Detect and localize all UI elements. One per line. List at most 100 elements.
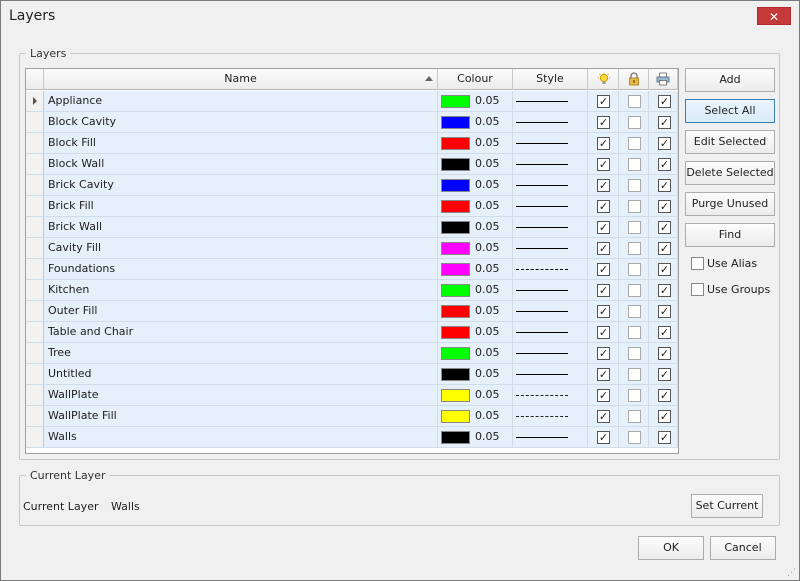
print-checkbox-cell[interactable]: ✓ — [649, 133, 678, 153]
locked-checkbox-cell[interactable] — [619, 133, 649, 153]
table-row[interactable]: Walls 0.05 ✓ ✓ — [26, 427, 678, 448]
print-checkbox-cell[interactable]: ✓ — [649, 406, 678, 426]
locked-checkbox-cell[interactable] — [619, 217, 649, 237]
table-row[interactable]: Foundations 0.05 ✓ ✓ — [26, 259, 678, 280]
layer-name-cell[interactable]: Tree — [44, 343, 438, 363]
visible-checkbox[interactable]: ✓ — [597, 326, 610, 339]
locked-checkbox[interactable] — [628, 410, 641, 423]
add-button[interactable]: Add — [685, 68, 775, 92]
visible-checkbox-cell[interactable]: ✓ — [588, 133, 619, 153]
print-checkbox-cell[interactable]: ✓ — [649, 217, 678, 237]
visible-checkbox-cell[interactable]: ✓ — [588, 364, 619, 384]
locked-checkbox-cell[interactable] — [619, 385, 649, 405]
visible-checkbox[interactable]: ✓ — [597, 158, 610, 171]
locked-checkbox[interactable] — [628, 284, 641, 297]
column-header-print[interactable] — [649, 69, 678, 90]
visible-checkbox-cell[interactable]: ✓ — [588, 385, 619, 405]
table-row[interactable]: Brick Fill 0.05 ✓ ✓ — [26, 196, 678, 217]
print-checkbox-cell[interactable]: ✓ — [649, 259, 678, 279]
print-checkbox[interactable]: ✓ — [658, 305, 671, 318]
row-indicator[interactable] — [26, 301, 44, 321]
column-header-locked[interactable] — [619, 69, 649, 90]
layer-name-cell[interactable]: Foundations — [44, 259, 438, 279]
print-checkbox[interactable]: ✓ — [658, 263, 671, 276]
visible-checkbox-cell[interactable]: ✓ — [588, 301, 619, 321]
table-row[interactable]: Appliance 0.05 ✓ ✓ — [26, 91, 678, 112]
layer-name-cell[interactable]: WallPlate — [44, 385, 438, 405]
table-row[interactable]: Brick Wall 0.05 ✓ ✓ — [26, 217, 678, 238]
find-button[interactable]: Find — [685, 223, 775, 247]
locked-checkbox-cell[interactable] — [619, 406, 649, 426]
locked-checkbox-cell[interactable] — [619, 91, 649, 111]
visible-checkbox-cell[interactable]: ✓ — [588, 196, 619, 216]
locked-checkbox-cell[interactable] — [619, 322, 649, 342]
locked-checkbox[interactable] — [628, 347, 641, 360]
layer-name-cell[interactable]: Outer Fill — [44, 301, 438, 321]
layer-name-cell[interactable]: Kitchen — [44, 280, 438, 300]
print-checkbox[interactable]: ✓ — [658, 116, 671, 129]
layer-style-cell[interactable] — [513, 217, 588, 237]
row-indicator[interactable] — [26, 91, 44, 111]
visible-checkbox-cell[interactable]: ✓ — [588, 427, 619, 447]
table-row[interactable]: Block Wall 0.05 ✓ ✓ — [26, 154, 678, 175]
layer-colour-cell[interactable]: 0.05 — [438, 343, 513, 363]
visible-checkbox-cell[interactable]: ✓ — [588, 280, 619, 300]
print-checkbox[interactable]: ✓ — [658, 242, 671, 255]
layer-colour-cell[interactable]: 0.05 — [438, 364, 513, 384]
row-indicator[interactable] — [26, 280, 44, 300]
locked-checkbox-cell[interactable] — [619, 280, 649, 300]
row-indicator[interactable] — [26, 322, 44, 342]
layer-name-cell[interactable]: Block Wall — [44, 154, 438, 174]
print-checkbox[interactable]: ✓ — [658, 368, 671, 381]
layer-style-cell[interactable] — [513, 406, 588, 426]
layer-colour-cell[interactable]: 0.05 — [438, 154, 513, 174]
table-row[interactable]: WallPlate 0.05 ✓ ✓ — [26, 385, 678, 406]
layer-style-cell[interactable] — [513, 364, 588, 384]
table-row[interactable]: Tree 0.05 ✓ ✓ — [26, 343, 678, 364]
visible-checkbox[interactable]: ✓ — [597, 95, 610, 108]
table-row[interactable]: Table and Chair 0.05 ✓ ✓ — [26, 322, 678, 343]
print-checkbox-cell[interactable]: ✓ — [649, 154, 678, 174]
layer-style-cell[interactable] — [513, 301, 588, 321]
print-checkbox[interactable]: ✓ — [658, 410, 671, 423]
print-checkbox[interactable]: ✓ — [658, 326, 671, 339]
layer-colour-cell[interactable]: 0.05 — [438, 133, 513, 153]
locked-checkbox-cell[interactable] — [619, 343, 649, 363]
layer-style-cell[interactable] — [513, 175, 588, 195]
layer-colour-cell[interactable]: 0.05 — [438, 196, 513, 216]
locked-checkbox[interactable] — [628, 200, 641, 213]
locked-checkbox[interactable] — [628, 221, 641, 234]
locked-checkbox-cell[interactable] — [619, 259, 649, 279]
print-checkbox[interactable]: ✓ — [658, 179, 671, 192]
print-checkbox-cell[interactable]: ✓ — [649, 112, 678, 132]
resize-grip-icon[interactable]: ⋰ — [787, 568, 797, 578]
visible-checkbox-cell[interactable]: ✓ — [588, 406, 619, 426]
visible-checkbox[interactable]: ✓ — [597, 305, 610, 318]
locked-checkbox[interactable] — [628, 179, 641, 192]
print-checkbox-cell[interactable]: ✓ — [649, 196, 678, 216]
table-row[interactable]: Brick Cavity 0.05 ✓ ✓ — [26, 175, 678, 196]
print-checkbox-cell[interactable]: ✓ — [649, 343, 678, 363]
layer-name-cell[interactable]: Brick Fill — [44, 196, 438, 216]
table-row[interactable]: Block Cavity 0.05 ✓ ✓ — [26, 112, 678, 133]
layer-style-cell[interactable] — [513, 322, 588, 342]
visible-checkbox-cell[interactable]: ✓ — [588, 238, 619, 258]
locked-checkbox[interactable] — [628, 389, 641, 402]
print-checkbox[interactable]: ✓ — [658, 221, 671, 234]
column-header-colour[interactable]: Colour — [438, 69, 513, 90]
visible-checkbox-cell[interactable]: ✓ — [588, 112, 619, 132]
visible-checkbox-cell[interactable]: ✓ — [588, 259, 619, 279]
locked-checkbox[interactable] — [628, 158, 641, 171]
locked-checkbox-cell[interactable] — [619, 301, 649, 321]
layer-style-cell[interactable] — [513, 427, 588, 447]
locked-checkbox[interactable] — [628, 137, 641, 150]
print-checkbox-cell[interactable]: ✓ — [649, 385, 678, 405]
row-indicator[interactable] — [26, 175, 44, 195]
print-checkbox[interactable]: ✓ — [658, 200, 671, 213]
layer-colour-cell[interactable]: 0.05 — [438, 238, 513, 258]
layer-style-cell[interactable] — [513, 280, 588, 300]
locked-checkbox-cell[interactable] — [619, 427, 649, 447]
print-checkbox[interactable]: ✓ — [658, 158, 671, 171]
close-button[interactable]: ✕ — [757, 7, 791, 25]
visible-checkbox[interactable]: ✓ — [597, 389, 610, 402]
